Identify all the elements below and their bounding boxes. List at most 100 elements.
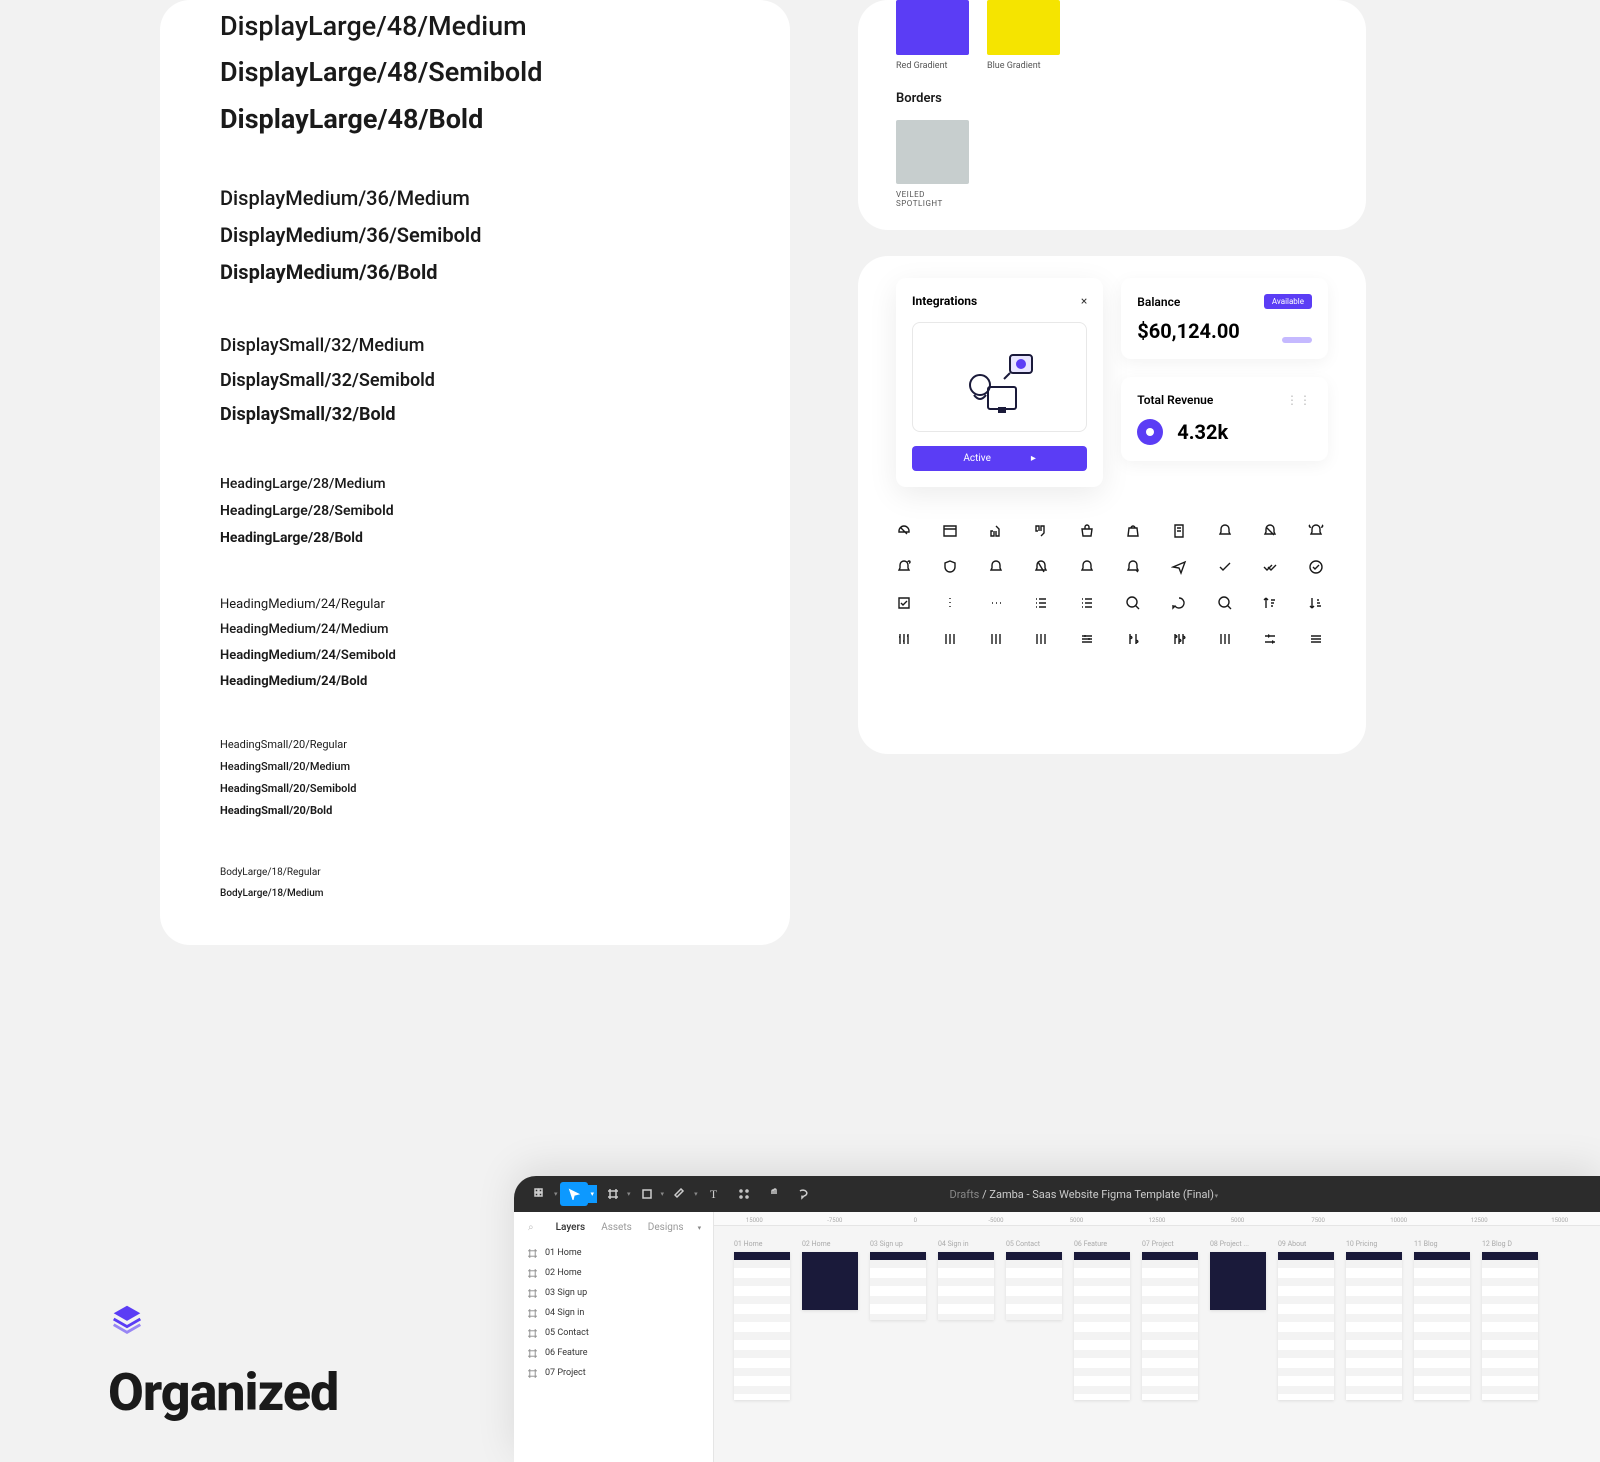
display-large-group: DisplayLarge/48/Medium DisplayLarge/48/S… [220, 0, 730, 137]
dashboard-off-icon [896, 523, 912, 539]
typo-sample: HeadingMedium/24/Semibold [220, 647, 730, 665]
canvas-frame[interactable]: 06 Feature [1074, 1240, 1130, 1400]
typo-sample: DisplayLarge/48/Medium [220, 8, 730, 44]
sort-desc-icon [1262, 595, 1278, 611]
integrations-illustration [912, 322, 1087, 432]
frames-row: 01 Home02 Home03 Sign up04 Sign in05 Con… [714, 1226, 1600, 1414]
typo-sample: HeadingSmall/20/Regular [220, 738, 730, 753]
chat-icon [1171, 595, 1187, 611]
arrow-right-icon: ▸ [1031, 453, 1036, 464]
tab-layers[interactable]: Layers [556, 1222, 586, 1233]
hand-tool[interactable] [760, 1182, 788, 1206]
settings-h-icon [1079, 631, 1095, 647]
chevron-down-icon[interactable]: ▾ [694, 1190, 698, 1198]
swatch-label: Blue Gradient [987, 61, 1060, 71]
typo-sample: HeadingLarge/28/Semibold [220, 502, 730, 521]
layer-item[interactable]: 03 Sign up [514, 1283, 713, 1303]
canvas-frame[interactable]: 11 Blog [1414, 1240, 1470, 1400]
canvas-frame[interactable]: 10 Pricing [1346, 1240, 1402, 1400]
search-icon [1125, 595, 1141, 611]
resources-tool[interactable] [730, 1182, 758, 1206]
comment-tool[interactable] [790, 1182, 818, 1206]
typo-sample: DisplayMedium/36/Medium [220, 185, 730, 212]
frame-tool[interactable] [599, 1182, 627, 1206]
layer-item[interactable]: 06 Feature [514, 1343, 713, 1363]
basket-icon [1079, 523, 1095, 539]
typo-sample: HeadingSmall/20/Medium [220, 760, 730, 775]
figma-breadcrumb[interactable]: Drafts / Zamba - Saas Website Figma Temp… [950, 1188, 1219, 1201]
swatch-red-gradient: Red Gradient [896, 0, 969, 71]
swatch-box [896, 120, 969, 184]
gradient-swatches: Red Gradient Blue Gradient [896, 0, 1328, 71]
typo-sample: DisplayMedium/36/Bold [220, 259, 730, 286]
chevron-down-icon[interactable]: ▾ [1215, 1192, 1219, 1200]
close-icon[interactable]: × [1081, 294, 1087, 308]
icon-grid [896, 523, 1328, 647]
breadcrumb-file[interactable]: Zamba - Saas Website Figma Template (Fin… [989, 1188, 1214, 1201]
integrations-title: Integrations [912, 294, 977, 308]
ui-cards-row: Integrations × Active ▸ Balance Availabl… [896, 278, 1328, 487]
heading-medium-group: HeadingMedium/24/Regular HeadingMedium/2… [220, 596, 730, 690]
figma-toolbar: ▾ ▾ ▾ ▾ ▾ T Drafts / Zamba - Saas Websit… [514, 1176, 1600, 1212]
figma-menu-icon[interactable] [526, 1182, 554, 1206]
chevron-down-icon[interactable]: ▾ [554, 1190, 558, 1198]
typo-sample: DisplayLarge/48/Semibold [220, 54, 730, 90]
pen-tool[interactable] [666, 1182, 694, 1206]
chevron-down-icon[interactable]: ▾ [661, 1190, 665, 1198]
shape-tool[interactable] [633, 1182, 661, 1206]
canvas-frame[interactable]: 01 Home [734, 1240, 790, 1400]
move-tool[interactable] [560, 1182, 588, 1206]
bell-ring-icon [1308, 523, 1324, 539]
integrations-active-button[interactable]: Active ▸ [912, 446, 1087, 471]
display-medium-group: DisplayMedium/36/Medium DisplayMedium/36… [220, 185, 730, 286]
check-square-icon [896, 595, 912, 611]
layer-item[interactable]: 02 Home [514, 1263, 713, 1283]
canvas-frame[interactable]: 07 Project [1142, 1240, 1198, 1400]
integrations-card: Integrations × Active ▸ [896, 278, 1103, 487]
dots-horiz-icon [988, 595, 1004, 611]
organized-title: Organized [108, 1362, 338, 1423]
breadcrumb-drafts[interactable]: Drafts [950, 1188, 980, 1201]
filter-icon [1262, 631, 1278, 647]
typo-sample: DisplaySmall/32/Semibold [220, 369, 730, 393]
revenue-card: Total Revenue ⋮⋮ 4.32k [1121, 377, 1328, 461]
chevron-down-icon[interactable]: ▾ [588, 1185, 598, 1203]
layer-item[interactable]: 05 Contact [514, 1323, 713, 1343]
bell-check-icon [1125, 559, 1141, 575]
revenue-value: 4.32k [1177, 420, 1228, 444]
canvas-frame[interactable]: 09 About [1278, 1240, 1334, 1400]
search-icon[interactable]: ⌕ [528, 1222, 534, 1233]
layer-item[interactable]: 07 Project [514, 1363, 713, 1383]
tab-designs[interactable]: Designs [648, 1222, 684, 1233]
bell-dot-icon [896, 559, 912, 575]
drag-handle-icon[interactable]: ⋮⋮ [1286, 393, 1312, 407]
options-icon [1308, 631, 1324, 647]
swatch-label: Red Gradient [896, 61, 969, 71]
ruler: 15000-75000-5000500012500500075001000012… [714, 1212, 1600, 1226]
canvas-frame[interactable]: 03 Sign up [870, 1240, 926, 1400]
text-tool[interactable]: T [700, 1182, 728, 1206]
layer-item[interactable]: 01 Home [514, 1243, 713, 1263]
figma-canvas[interactable]: 15000-75000-5000500012500500075001000012… [714, 1212, 1600, 1462]
bell-off-icon [1262, 523, 1278, 539]
typo-sample: DisplayMedium/36/Semibold [220, 222, 730, 249]
calendar-icon [942, 523, 958, 539]
typo-sample: DisplaySmall/32/Bold [220, 403, 730, 427]
typo-sample: BodyLarge/18/Medium [220, 887, 730, 901]
chevron-down-icon[interactable]: ▾ [698, 1224, 702, 1232]
balance-value: $60,124.00 [1137, 319, 1240, 343]
revenue-icon [1137, 419, 1163, 445]
canvas-frame[interactable]: 05 Contact [1006, 1240, 1062, 1400]
canvas-frame[interactable]: 02 Home [802, 1240, 858, 1400]
canvas-frame[interactable]: 12 Blog D [1482, 1240, 1538, 1400]
layer-item[interactable]: 04 Sign in [514, 1303, 713, 1323]
organized-section: Organized [108, 1300, 338, 1423]
bell-icon [1217, 523, 1233, 539]
chevron-down-icon[interactable]: ▾ [627, 1190, 631, 1198]
canvas-frame[interactable]: 04 Sign in [938, 1240, 994, 1400]
revenue-label: Total Revenue [1137, 393, 1213, 407]
canvas-frame[interactable]: 08 Project ... [1210, 1240, 1266, 1400]
bell-outline-icon [988, 559, 1004, 575]
tab-assets[interactable]: Assets [601, 1222, 632, 1233]
dots-vert-icon [942, 595, 958, 611]
